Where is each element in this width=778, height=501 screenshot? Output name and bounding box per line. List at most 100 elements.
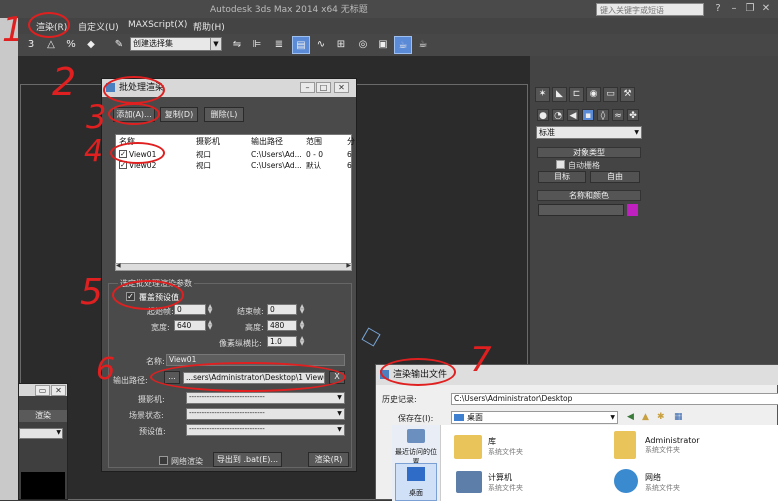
geometry-icon[interactable]: ● — [537, 109, 549, 121]
column-output-path[interactable]: 输出路径 — [251, 136, 283, 147]
render-preset-dropdown[interactable]: ▼ — [19, 428, 63, 439]
scroll-left-icon[interactable]: ◀ — [116, 262, 121, 269]
autogrid-checkbox[interactable] — [556, 160, 565, 169]
preset-dropdown[interactable]: ------------------------------ ▼ — [186, 424, 345, 436]
spinner-arrows-icon[interactable]: ▲ ▼ — [207, 320, 213, 331]
render-production-icon[interactable]: ☕ — [414, 36, 432, 54]
search-input[interactable]: 键入关键字或短语 — [596, 3, 704, 16]
list-item[interactable]: 计算机 系统文件夹 — [488, 472, 523, 493]
modify-tab-icon[interactable]: ◣ — [552, 87, 567, 102]
schematic-view-icon[interactable]: ⊞ — [332, 36, 350, 54]
help-icon[interactable]: ? — [712, 3, 724, 15]
edit-selection-set-icon[interactable]: ✎ — [110, 36, 128, 54]
spinner-arrows-icon[interactable]: ▲ ▼ — [207, 304, 213, 315]
render-button[interactable]: 渲染 — [19, 410, 67, 422]
view-menu-icon[interactable]: ▦ — [674, 412, 683, 422]
curve-editor-icon[interactable]: ∿ — [312, 36, 330, 54]
list-item[interactable]: 库系统文件夹 — [488, 436, 523, 457]
spinner-arrows-icon[interactable]: ▲ ▼ — [299, 336, 305, 347]
back-icon[interactable]: ◀ — [627, 412, 634, 422]
net-render-checkbox[interactable] — [159, 456, 168, 465]
selection-set-dropdown[interactable]: 创建选择集 ▼ — [130, 37, 222, 51]
angle-snap-button[interactable]: △ — [42, 36, 60, 54]
cameras-icon[interactable]: ▪ — [582, 109, 594, 121]
export-bat-button[interactable]: 导出到 .bat(E)... — [213, 452, 282, 467]
width-input[interactable]: 640 — [174, 320, 206, 331]
list-item[interactable]: Administrator 系统文件夹 — [645, 436, 700, 455]
height-input[interactable]: 480 — [267, 320, 297, 331]
delete-button[interactable]: 删除(L) — [204, 107, 244, 122]
rendered-frame-window-icon[interactable]: ☕ — [394, 36, 412, 54]
menu-maxscript[interactable]: MAXScript(X) — [128, 20, 187, 30]
menu-help[interactable]: 帮助(H) — [193, 20, 225, 33]
close-icon[interactable]: ✕ — [334, 82, 349, 93]
utilities-tab-icon[interactable]: ⚒ — [620, 87, 635, 102]
render-setup-icon[interactable]: ▣ — [374, 36, 392, 54]
history-dropdown[interactable]: C:\Users\Administrator\Desktop — [451, 393, 778, 405]
maximize-icon[interactable]: □ — [316, 82, 331, 93]
file-browser: 最近访问的位置 桌面 库系统文件夹 Administrator 系统文件夹 计算机… — [392, 425, 778, 501]
object-type-rollout[interactable]: 对象类型 — [537, 147, 641, 158]
menu-customize[interactable]: 自定义(U) — [78, 20, 119, 33]
window-title: Autodesk 3ds Max 2014 x64 无标题 — [210, 5, 368, 15]
create-tab-icon[interactable]: ✶ — [535, 87, 550, 102]
layer-manager-icon[interactable]: ≣ — [270, 36, 288, 54]
minimize-icon[interactable]: ▭ — [35, 385, 50, 396]
systems-icon[interactable]: ✤ — [627, 109, 639, 121]
list-scrollbar[interactable]: ◀ ▶ — [115, 262, 352, 271]
hierarchy-tab-icon[interactable]: ⊏ — [569, 87, 584, 102]
name-color-rollout[interactable]: 名称和颜色 — [537, 190, 641, 201]
up-folder-icon[interactable]: ▲ — [642, 412, 649, 422]
display-tab-icon[interactable]: ▭ — [603, 87, 618, 102]
preset-label: 预设值: — [139, 427, 166, 436]
object-name-field[interactable] — [538, 204, 624, 216]
duplicate-button[interactable]: 复制(D) — [160, 107, 198, 122]
motion-tab-icon[interactable]: ◉ — [586, 87, 601, 102]
library-folder-icon[interactable] — [454, 435, 482, 459]
align-icon[interactable]: ⊫ — [248, 36, 266, 54]
user-folder-icon[interactable] — [614, 431, 636, 459]
helpers-icon[interactable]: ◊ — [597, 109, 609, 121]
network-icon[interactable] — [614, 469, 638, 493]
close-icon[interactable]: ✕ — [760, 3, 772, 15]
minimize-icon[interactable]: – — [300, 82, 315, 93]
material-editor-icon[interactable]: ◎ — [354, 36, 372, 54]
pixel-aspect-label: 像素纵横比: — [219, 339, 262, 348]
ribbon-toggle-icon[interactable]: ▤ — [292, 36, 310, 54]
spinner-arrows-icon[interactable]: ▲ ▼ — [299, 320, 305, 331]
desktop-icon — [407, 467, 425, 481]
scroll-right-icon[interactable]: ▶ — [346, 262, 351, 269]
restore-icon[interactable]: ❐ — [744, 3, 756, 15]
column-frame[interactable]: 分 — [347, 136, 355, 147]
spinner-snap-button[interactable]: ◆ — [82, 36, 100, 54]
snap-toggle-button[interactable]: 3 — [22, 36, 40, 54]
close-icon[interactable]: ✕ — [51, 385, 66, 396]
spacewarps-icon[interactable]: ≈ — [612, 109, 624, 121]
minimize-icon[interactable]: – — [728, 3, 740, 15]
start-frame-input[interactable]: 0 — [174, 304, 206, 315]
target-camera-button[interactable]: 目标 — [538, 171, 586, 183]
pixel-aspect-input[interactable]: 1.0 — [267, 336, 297, 347]
computer-icon[interactable] — [456, 471, 482, 493]
mirror-icon[interactable]: ⇋ — [228, 36, 246, 54]
end-frame-input[interactable]: 0 — [267, 304, 297, 315]
scene-state-dropdown[interactable]: ------------------------------ ▼ — [186, 408, 345, 420]
column-range[interactable]: 范围 — [306, 136, 322, 147]
annotation-circle-title — [103, 76, 165, 104]
save-in-dropdown[interactable]: 桌面 ▼ — [451, 411, 618, 424]
percent-snap-button[interactable]: % — [62, 36, 80, 54]
category-dropdown[interactable]: 标准 ▼ — [536, 126, 642, 139]
spinner-arrows-icon[interactable]: ▲ ▼ — [299, 304, 305, 315]
chevron-down-icon: ▼ — [210, 38, 221, 50]
lights-icon[interactable]: ◀ — [567, 109, 579, 121]
camera-dropdown[interactable]: ------------------------------ ▼ — [186, 392, 345, 404]
free-camera-button[interactable]: 自由 — [590, 171, 640, 183]
nav-desktop[interactable]: 桌面 — [395, 463, 437, 501]
recent-places-icon[interactable] — [407, 429, 425, 443]
object-color-swatch[interactable] — [627, 204, 638, 216]
shapes-icon[interactable]: ◔ — [552, 109, 564, 121]
render-batch-button[interactable]: 渲染(R) — [308, 452, 349, 467]
list-item[interactable]: 网络 系统文件夹 — [645, 472, 680, 493]
column-camera[interactable]: 摄影机 — [196, 136, 220, 147]
new-folder-icon[interactable]: ✱ — [657, 412, 665, 422]
